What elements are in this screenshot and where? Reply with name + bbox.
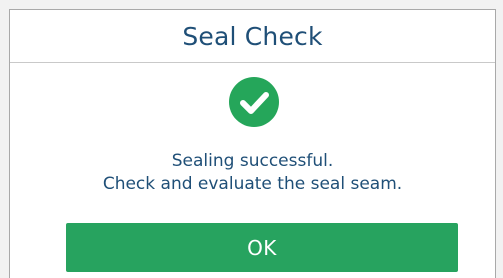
ok-button[interactable]: OK (66, 223, 458, 272)
screen-background: Seal Check Sealing successful. Check and… (0, 0, 503, 278)
status-message: Sealing successful. Check and evaluate t… (10, 150, 495, 196)
header-divider (10, 62, 495, 63)
dialog-title: Seal Check (182, 21, 323, 51)
dialog-header: Seal Check (10, 10, 495, 62)
message-line-instruction: Check and evaluate the seal seam. (102, 174, 403, 194)
message-line-success: Sealing successful. (171, 151, 334, 171)
seal-check-dialog: Seal Check Sealing successful. Check and… (9, 9, 496, 278)
check-circle-icon (229, 77, 279, 127)
